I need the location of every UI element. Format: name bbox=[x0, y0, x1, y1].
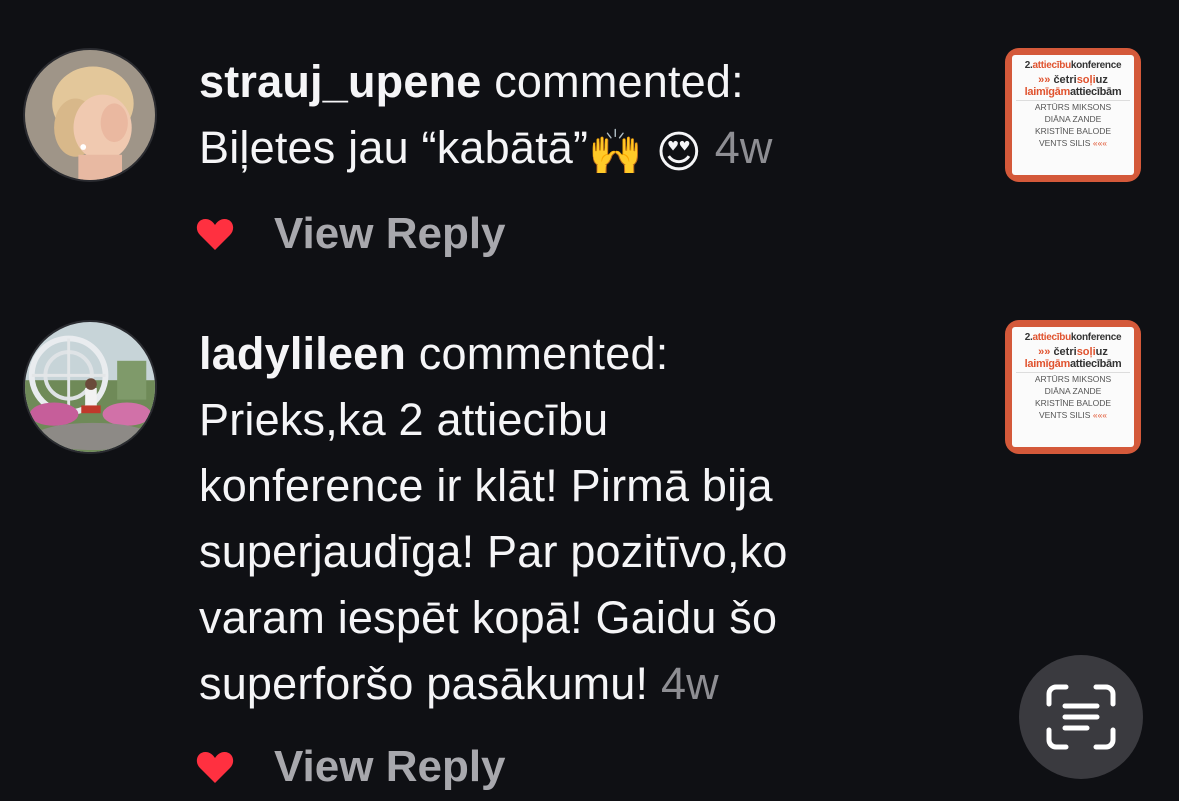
thumb-text: attiecībām bbox=[1069, 86, 1122, 98]
thumb-text: četri bbox=[1053, 346, 1077, 358]
thumb-arrows: ««« bbox=[1092, 138, 1108, 148]
post-thumbnail[interactable]: 2.attiecībukonference »» četrisoļiuz lai… bbox=[1005, 48, 1141, 182]
comment-body-line: superforšo pasākumu! bbox=[199, 658, 649, 709]
comment-action: commented: bbox=[406, 328, 669, 379]
comment-username[interactable]: strauj_upene bbox=[199, 56, 482, 107]
thumb-text: attiecību bbox=[1032, 60, 1071, 71]
thumb-text: laimīgām bbox=[1024, 358, 1071, 370]
view-reply-button[interactable]: View Reply bbox=[274, 209, 506, 259]
comment-text: strauj_upene commented: Biļetes jau “kab… bbox=[199, 49, 939, 186]
thumb-text: četri bbox=[1053, 74, 1077, 86]
thumb-text: konference bbox=[1070, 60, 1122, 71]
heart-icon[interactable] bbox=[196, 217, 234, 251]
thumb-name-text: VENTS SILIS bbox=[1038, 138, 1091, 148]
raising-hands-emoji: 🙌 bbox=[588, 127, 644, 178]
comment-action: commented: bbox=[481, 56, 744, 107]
thumb-name: DIĀNA ZANDE bbox=[1044, 386, 1102, 396]
thumb-name: VENTS SILIS ««« bbox=[1016, 409, 1130, 421]
thumb-name-text: VENTS SILIS bbox=[1038, 410, 1091, 420]
thumb-name: ARTŪRS MIKSONS bbox=[1034, 102, 1112, 112]
thumb-text: soļi bbox=[1076, 74, 1096, 86]
thumb-name: ARTŪRS MIKSONS bbox=[1034, 374, 1112, 384]
thumb-text: attiecību bbox=[1032, 332, 1071, 343]
post-thumbnail[interactable]: 2.attiecībukonference »» četrisoļiuz lai… bbox=[1005, 320, 1141, 454]
avatar[interactable] bbox=[23, 48, 157, 182]
thumb-arrows: ««« bbox=[1092, 410, 1108, 420]
comment-body-line: konference ir klāt! Pirmā bija bbox=[199, 460, 773, 511]
comment-body-line: Prieks,ka 2 attiecību bbox=[199, 394, 609, 445]
view-reply-button[interactable]: View Reply bbox=[274, 742, 506, 792]
text-scan-icon bbox=[1046, 684, 1116, 750]
comment-actions: View Reply bbox=[196, 737, 506, 797]
comment-username[interactable]: ladylileen bbox=[199, 328, 406, 379]
thumb-text: »» bbox=[1038, 346, 1051, 358]
heart-icon[interactable] bbox=[196, 750, 234, 784]
thumb-name: DIĀNA ZANDE bbox=[1044, 114, 1102, 124]
comment-text: ladylileen commented: Prieks,ka 2 attiec… bbox=[199, 321, 939, 717]
comment-timestamp: 4w bbox=[714, 122, 773, 173]
thumb-text: konference bbox=[1070, 332, 1122, 343]
comment-actions: View Reply bbox=[196, 204, 506, 264]
thumb-text: uz bbox=[1095, 74, 1108, 86]
heart-eyes-emoji: 😍 bbox=[655, 127, 702, 178]
text-scan-button[interactable] bbox=[1019, 655, 1143, 779]
comment-timestamp: 4w bbox=[660, 658, 719, 709]
thumb-name: VENTS SILIS ««« bbox=[1016, 137, 1130, 149]
thumb-text: »» bbox=[1038, 74, 1051, 86]
thumb-text: attiecībām bbox=[1069, 358, 1122, 370]
thumb-name: KRISTĪNE BALODE bbox=[1034, 126, 1112, 136]
thumb-text: soļi bbox=[1076, 346, 1096, 358]
thumb-text: uz bbox=[1095, 346, 1108, 358]
avatar[interactable] bbox=[23, 320, 157, 454]
comment-body: Biļetes jau “kabātā” bbox=[199, 122, 589, 173]
thumb-text: laimīgām bbox=[1024, 86, 1071, 98]
thumb-name: KRISTĪNE BALODE bbox=[1034, 398, 1112, 408]
comment-body-line: varam iespēt kopā! Gaidu šo bbox=[199, 592, 778, 643]
comment-body-line: superjaudīga! Par pozitīvo,ko bbox=[199, 526, 788, 577]
